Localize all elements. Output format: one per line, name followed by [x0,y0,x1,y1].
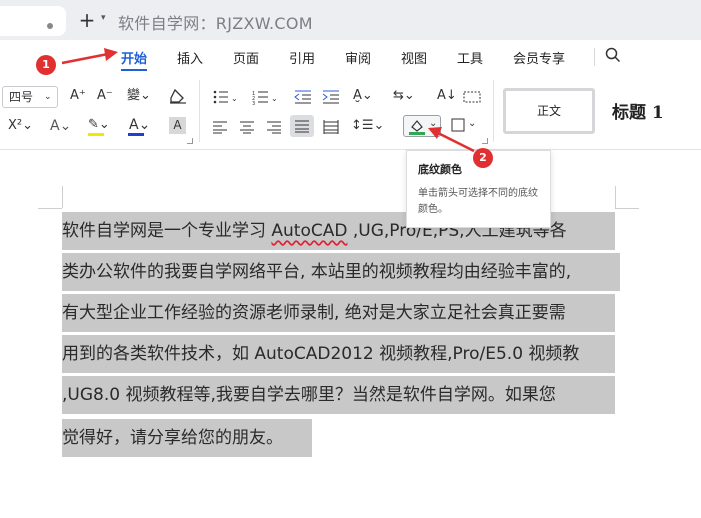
annotation-arrows [61,48,475,153]
